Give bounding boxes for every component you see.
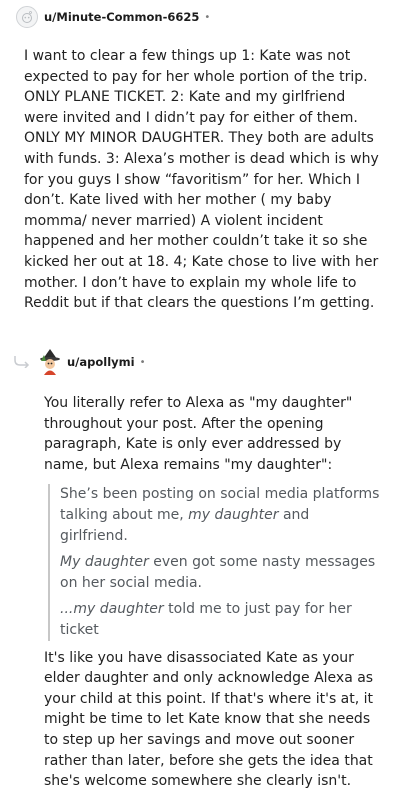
- header-separator: •: [204, 11, 211, 23]
- quote-3-emphasis: ...my daughter: [60, 601, 164, 618]
- quote-line-1: She’s been posting on social media platf…: [60, 484, 380, 546]
- comment-1-header: u/Minute-Common-6625 •: [16, 4, 210, 30]
- comment-2-username[interactable]: u/apollymi: [67, 355, 135, 369]
- quote-line-2: My daughter even got some nasty messages…: [60, 552, 380, 593]
- quote-line-3: ...my daughter told me to just pay for h…: [60, 599, 380, 640]
- comment-2-intro: You literally refer to Alexa as "my daug…: [44, 395, 353, 473]
- avatar[interactable]: [16, 6, 38, 28]
- comment-2-header: u/apollymi •: [14, 349, 146, 375]
- comment-1-username[interactable]: u/Minute-Common-6625: [44, 10, 199, 24]
- comment-2-conclusion: It's like you have disassociated Kate as…: [44, 649, 374, 790]
- snoo-avatar-icon: [22, 11, 32, 23]
- reply-thread-icon: [14, 356, 30, 368]
- comment-1-text: I want to clear a few things up 1: Kate …: [24, 48, 379, 312]
- quote-1-emphasis: my daughter: [188, 506, 279, 523]
- quote-2-emphasis: My daughter: [60, 554, 149, 571]
- witch-avatar-icon[interactable]: [38, 349, 62, 375]
- comment-2-body: You literally refer to Alexa as "my daug…: [44, 393, 380, 792]
- blockquote: She’s been posting on social media platf…: [48, 484, 380, 641]
- comment-1-body: I want to clear a few things up 1: Kate …: [24, 46, 380, 314]
- header-separator: •: [139, 356, 146, 368]
